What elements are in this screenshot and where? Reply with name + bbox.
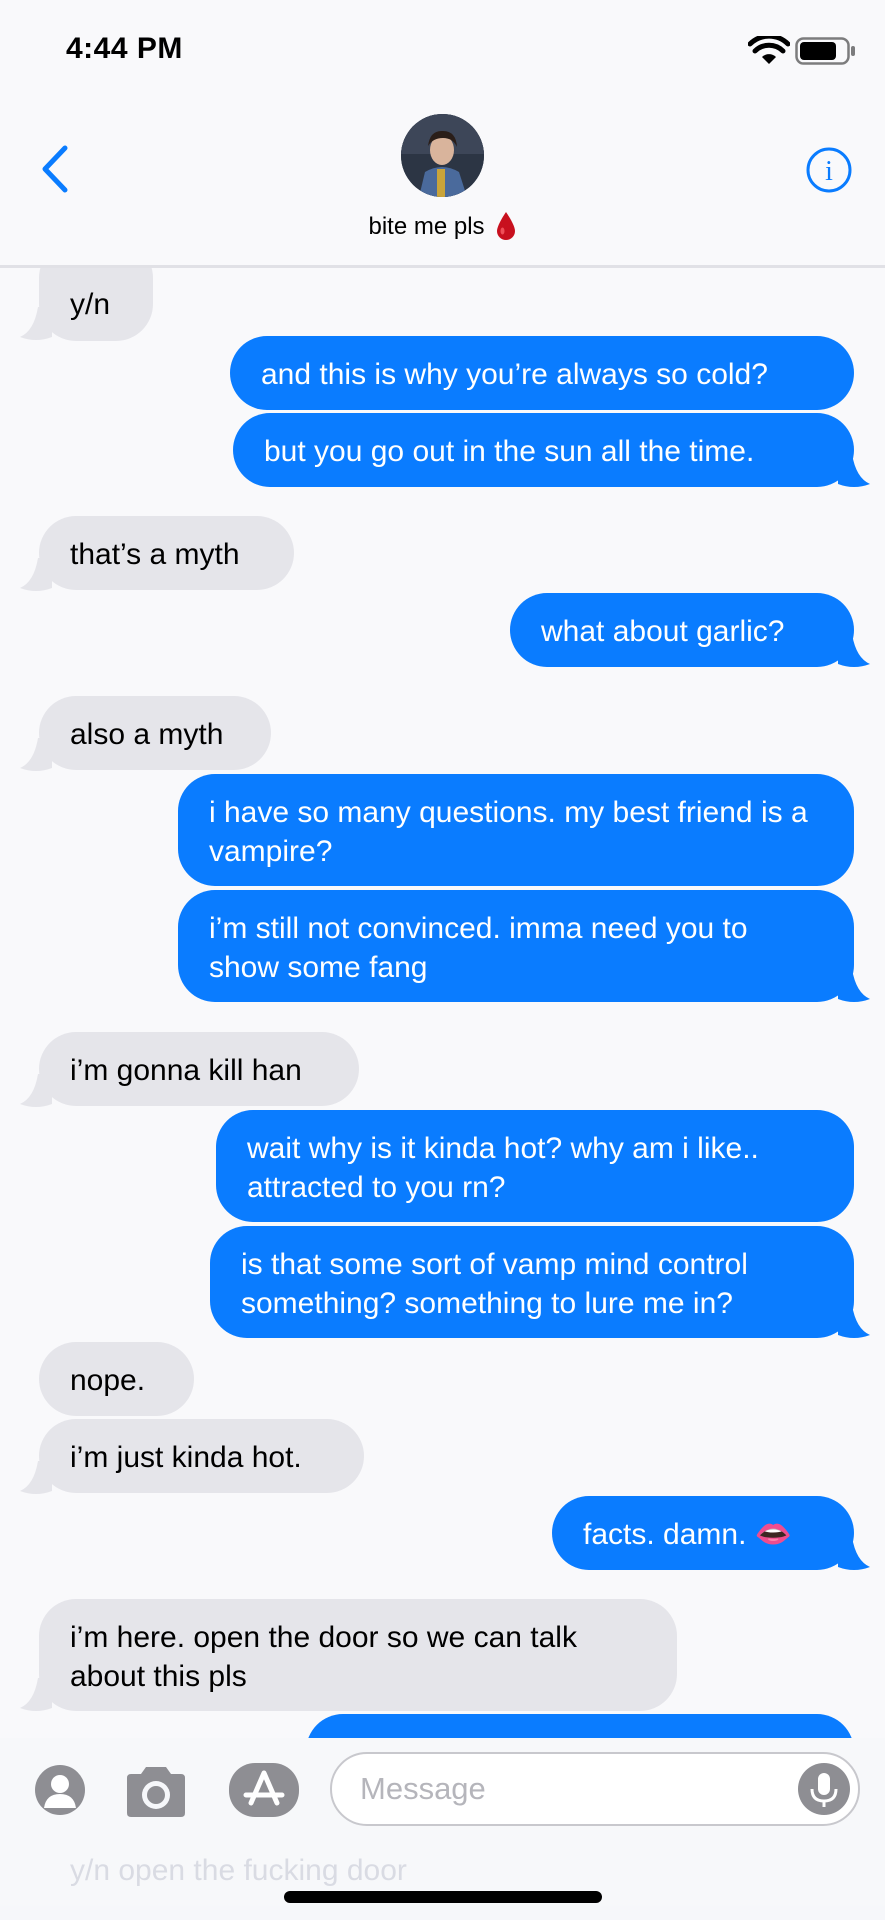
message-bubble-outgoing[interactable]: but you go out in the sun all the time. [233, 413, 854, 487]
message-bubble-outgoing[interactable]: and this is why you’re always so cold? [230, 336, 854, 410]
message-bubble-incoming[interactable]: i’m here. open the door so we can talk a… [39, 1599, 677, 1711]
obscured-message-text: y/n open the fucking door [70, 1854, 407, 1887]
bubble-tail [20, 307, 52, 340]
svg-text:i: i [825, 156, 833, 187]
bubble-tail [20, 558, 52, 591]
message-bubble-outgoing[interactable]: i have so many questions. my best friend… [178, 774, 854, 886]
bubble-tail [838, 454, 870, 487]
message-bubble-incoming[interactable]: i’m just kinda hot. [39, 1419, 364, 1493]
contact-name[interactable]: bite me pls [0, 210, 885, 242]
home-indicator[interactable] [284, 1891, 602, 1903]
message-bubble-outgoing[interactable]: wait why is it kinda hot? why am i like.… [216, 1110, 854, 1222]
message-bubble-outgoing[interactable]: i’m still not convinced. imma need you t… [178, 890, 854, 1002]
camera-icon[interactable] [123, 1764, 189, 1819]
message-list[interactable]: y/n and this is why you’re always so col… [0, 268, 885, 1738]
wifi-icon [748, 36, 790, 64]
message-bubble-outgoing[interactable] [306, 1714, 854, 1738]
status-bar: 4:44 PM [0, 0, 885, 100]
blood-drop-icon [496, 212, 515, 240]
message-bubble-outgoing[interactable]: is that some sort of vamp mind control s… [210, 1226, 854, 1338]
bubble-tail [838, 634, 870, 667]
message-bubble-incoming[interactable]: also a myth [39, 696, 271, 770]
bubble-tail [838, 1305, 870, 1338]
contacts-app-icon[interactable] [34, 1764, 86, 1816]
contact-avatar[interactable] [401, 114, 484, 197]
appstore-icon[interactable] [229, 1763, 299, 1817]
conversation-header: bite me pls i [0, 100, 885, 268]
microphone-icon[interactable] [798, 1763, 850, 1815]
message-bubble-incoming[interactable]: nope. [39, 1342, 194, 1416]
contact-photo-icon [401, 114, 484, 197]
bubble-tail [838, 1537, 870, 1570]
message-input[interactable] [360, 1754, 780, 1824]
bubble-tail [838, 969, 870, 1002]
battery-icon [795, 37, 855, 65]
bubble-tail [20, 1074, 52, 1107]
info-icon[interactable]: i [805, 146, 853, 194]
back-chevron-icon[interactable] [38, 144, 72, 194]
message-field[interactable] [330, 1752, 860, 1826]
status-time: 4:44 PM [66, 32, 183, 65]
message-bubble-incoming[interactable]: that’s a myth [39, 516, 294, 590]
message-bubble-outgoing[interactable]: what about garlic? [510, 593, 854, 667]
message-bubble-outgoing[interactable]: facts. damn. 👄 [552, 1496, 854, 1570]
bubble-tail [20, 1678, 52, 1711]
message-bubble-incoming[interactable]: y/n [39, 268, 153, 341]
bubble-tail [20, 1461, 52, 1494]
message-bubble-incoming[interactable]: i’m gonna kill han [39, 1032, 359, 1106]
bubble-tail [20, 738, 52, 771]
